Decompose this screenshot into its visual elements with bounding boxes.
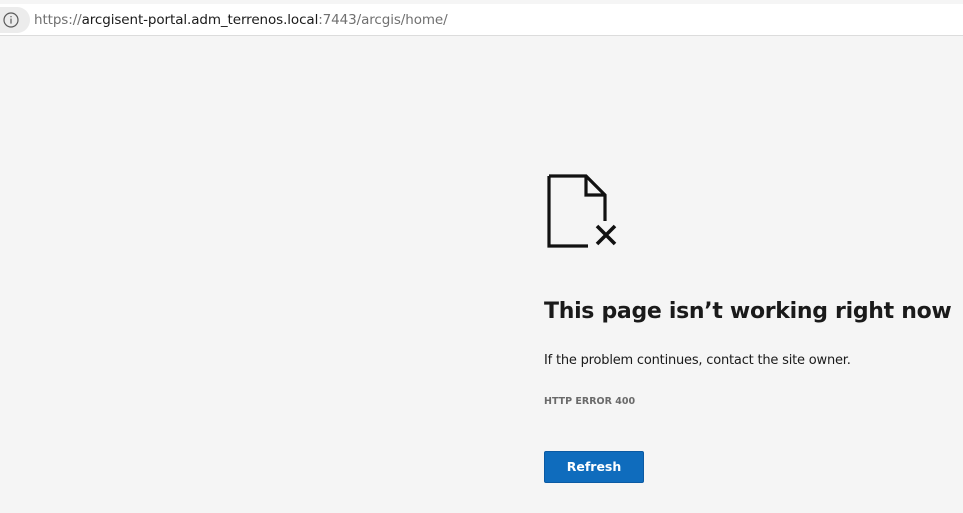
url-text[interactable]: https://arcgisent-portal.adm_terrenos.lo…	[34, 11, 448, 29]
broken-document-icon	[547, 174, 617, 248]
error-message: If the problem continues, contact the si…	[544, 353, 851, 368]
info-circle-icon	[3, 12, 19, 28]
error-code: HTTP ERROR 400	[544, 396, 636, 407]
url-scheme: https://	[34, 12, 82, 28]
url-path: :7443/arcgis/home/	[318, 12, 448, 28]
site-info-button[interactable]	[0, 7, 30, 33]
address-bar[interactable]: https://arcgisent-portal.adm_terrenos.lo…	[0, 4, 963, 36]
refresh-button[interactable]: Refresh	[544, 451, 644, 483]
error-title: This page isn’t working right now	[544, 299, 952, 324]
url-host: arcgisent-portal.adm_terrenos.local	[81, 12, 319, 28]
